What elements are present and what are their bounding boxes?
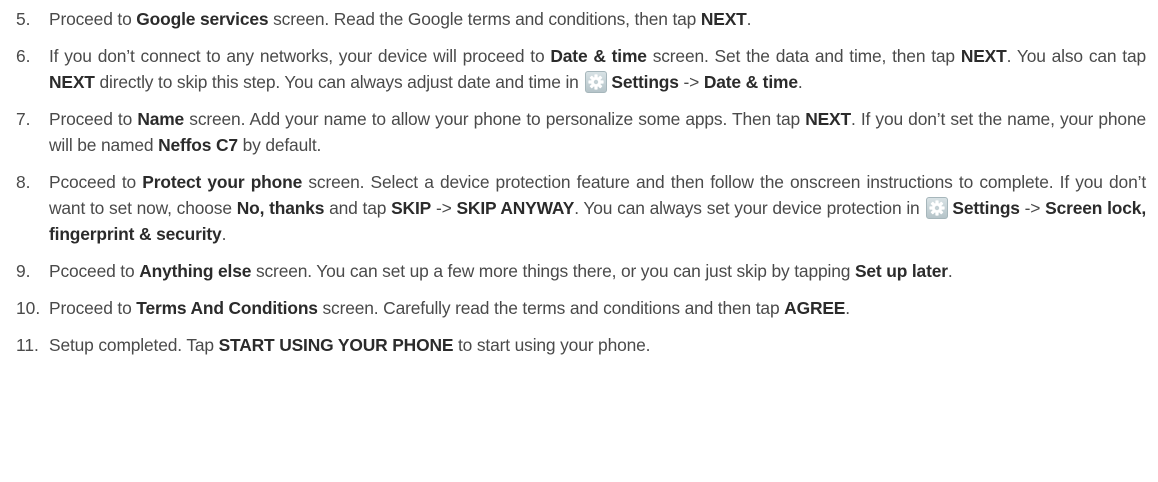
bold-term: Set up later	[854, 261, 948, 281]
bold-term: Settings	[611, 72, 679, 92]
text-run: to start using your phone.	[453, 335, 651, 355]
step-text: Pcoceed to Anything else screen. You can…	[49, 258, 1146, 284]
text-run: screen. Read the Google terms and condit…	[268, 9, 701, 29]
bold-term: AGREE	[784, 298, 846, 318]
text-run: ->	[678, 72, 704, 92]
gear-icon	[585, 71, 608, 93]
gear-icon	[926, 197, 949, 219]
text-run: Proceed to	[49, 298, 137, 318]
text-run: Proceed to	[49, 109, 138, 129]
step-number: 6.	[16, 46, 31, 66]
text-run: .	[221, 224, 227, 244]
step-item: 9. Pcoceed to Anything else screen. You c…	[16, 258, 1146, 284]
step-text: Pcoceed to Protect your phone screen. Se…	[49, 169, 1146, 247]
bold-term: NEXT	[960, 46, 1007, 66]
bold-term: NEXT	[700, 9, 747, 29]
bold-term: Anything else	[139, 261, 252, 281]
text-run: Proceed to	[49, 9, 137, 29]
step-item: 10. Proceed to Terms And Conditions scree…	[16, 295, 1146, 321]
step-text: Proceed to Name screen. Add your name to…	[49, 106, 1146, 158]
text-run: screen. Carefully read the terms and con…	[317, 298, 785, 318]
step-item: 5. Proceed to Google services screen. Rea…	[16, 6, 1146, 32]
text-run: . You can always set your device protect…	[574, 198, 925, 218]
text-run: .	[947, 261, 953, 281]
bold-term: Protect your phone	[142, 172, 303, 192]
bold-term: NEXT	[49, 72, 95, 92]
text-run: screen. Set the data and time, then tap	[646, 46, 961, 66]
bold-term: START USING YOUR PHONE	[218, 335, 454, 355]
step-item: 11. Setup completed. Tap START USING YOUR…	[16, 332, 1146, 358]
setup-steps-list: 5. Proceed to Google services screen. Rea…	[16, 6, 1146, 358]
bold-term: Google services	[136, 9, 269, 29]
text-run: directly to skip this step. You can alwa…	[94, 72, 584, 92]
step-item: 8. Pcoceed to Protect your phone screen. …	[16, 169, 1146, 247]
bold-term: SKIP ANYWAY	[456, 198, 575, 218]
manual-page: 5. Proceed to Google services screen. Rea…	[0, 0, 1158, 482]
text-run: Setup completed. Tap	[49, 335, 219, 355]
step-text: Proceed to Google services screen. Read …	[49, 6, 1146, 32]
bold-term: Name	[137, 109, 185, 129]
bold-term: SKIP	[391, 198, 432, 218]
text-run: and tap	[324, 198, 392, 218]
text-run: .	[845, 298, 850, 318]
text-run: by default.	[237, 135, 322, 155]
step-number: 5.	[16, 9, 31, 29]
text-run: ->	[1019, 198, 1046, 218]
step-number: 10.	[16, 298, 41, 318]
text-run: If you don’t connect to any networks, yo…	[49, 46, 551, 66]
text-run: screen. Add your name to allow your phon…	[184, 109, 806, 129]
text-run: Pcoceed to	[49, 261, 140, 281]
text-run: screen. You can set up a few more things…	[251, 261, 855, 281]
step-text: Setup completed. Tap START USING YOUR PH…	[49, 332, 1146, 358]
bold-term: No, thanks	[236, 198, 325, 218]
step-item: 7. Proceed to Name screen. Add your name …	[16, 106, 1146, 158]
bold-term: NEXT	[805, 109, 851, 129]
bold-term: Settings	[952, 198, 1020, 218]
step-number: 11.	[16, 335, 39, 355]
text-run: . You also can tap	[1006, 46, 1147, 66]
step-number: 8.	[16, 172, 31, 192]
text-run: ->	[431, 198, 457, 218]
text-run: Pcoceed to	[49, 172, 143, 192]
step-text: Proceed to Terms And Conditions screen. …	[49, 295, 1146, 321]
step-text: If you don’t connect to any networks, yo…	[49, 43, 1146, 95]
text-run: .	[797, 72, 803, 92]
bold-term: Terms And Conditions	[136, 298, 318, 318]
bold-term: Date & time	[703, 72, 798, 92]
step-number: 9.	[16, 261, 31, 281]
step-number: 7.	[16, 109, 31, 129]
text-run: .	[746, 9, 752, 29]
step-item: 6. If you don’t connect to any networks, …	[16, 43, 1146, 95]
bold-term: Neffos C7	[158, 135, 238, 155]
bold-term: Date & time	[550, 46, 647, 66]
